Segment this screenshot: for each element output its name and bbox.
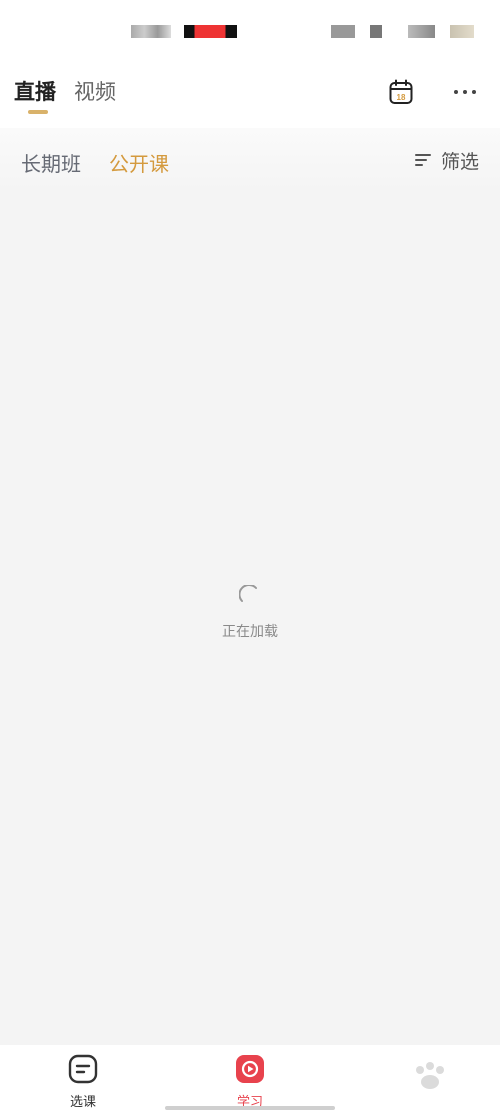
watermark-logo: [416, 1062, 444, 1089]
filter-icon: [415, 154, 431, 166]
course-select-icon: [68, 1054, 98, 1084]
tabbar-item-study[interactable]: 学习: [210, 1053, 290, 1110]
loading-indicator: 正在加载: [0, 583, 500, 641]
status-blur: [370, 25, 382, 38]
subtab-long-term[interactable]: 长期班: [21, 148, 81, 177]
subtab-public-course[interactable]: 公开课: [109, 148, 169, 177]
status-blur: [131, 25, 171, 38]
status-bar: [0, 0, 500, 60]
filter-button[interactable]: 筛选: [415, 148, 480, 173]
status-blur: [184, 25, 237, 38]
tabbar-label-course-select: 选课: [69, 1095, 96, 1110]
active-tab-indicator: [28, 110, 48, 114]
tab-live[interactable]: 直播: [14, 76, 56, 106]
filter-label: 筛选: [441, 150, 480, 173]
home-indicator: [165, 1106, 335, 1110]
more-icon[interactable]: [452, 88, 478, 96]
top-header: 直播 视频 18: [0, 60, 500, 128]
spinner-icon: [238, 583, 257, 602]
tabbar-item-course-select[interactable]: 选课: [43, 1053, 123, 1110]
status-blur: [408, 25, 435, 38]
study-play-icon: [236, 1055, 264, 1083]
tab-video[interactable]: 视频: [74, 76, 116, 106]
calendar-day: 18: [397, 93, 406, 102]
status-blur: [331, 25, 355, 38]
status-blur: [450, 25, 474, 38]
subtab-bar: 长期班 公开课 筛选: [0, 128, 500, 192]
calendar-icon[interactable]: 18: [389, 79, 413, 105]
loading-text: 正在加载: [222, 624, 278, 640]
